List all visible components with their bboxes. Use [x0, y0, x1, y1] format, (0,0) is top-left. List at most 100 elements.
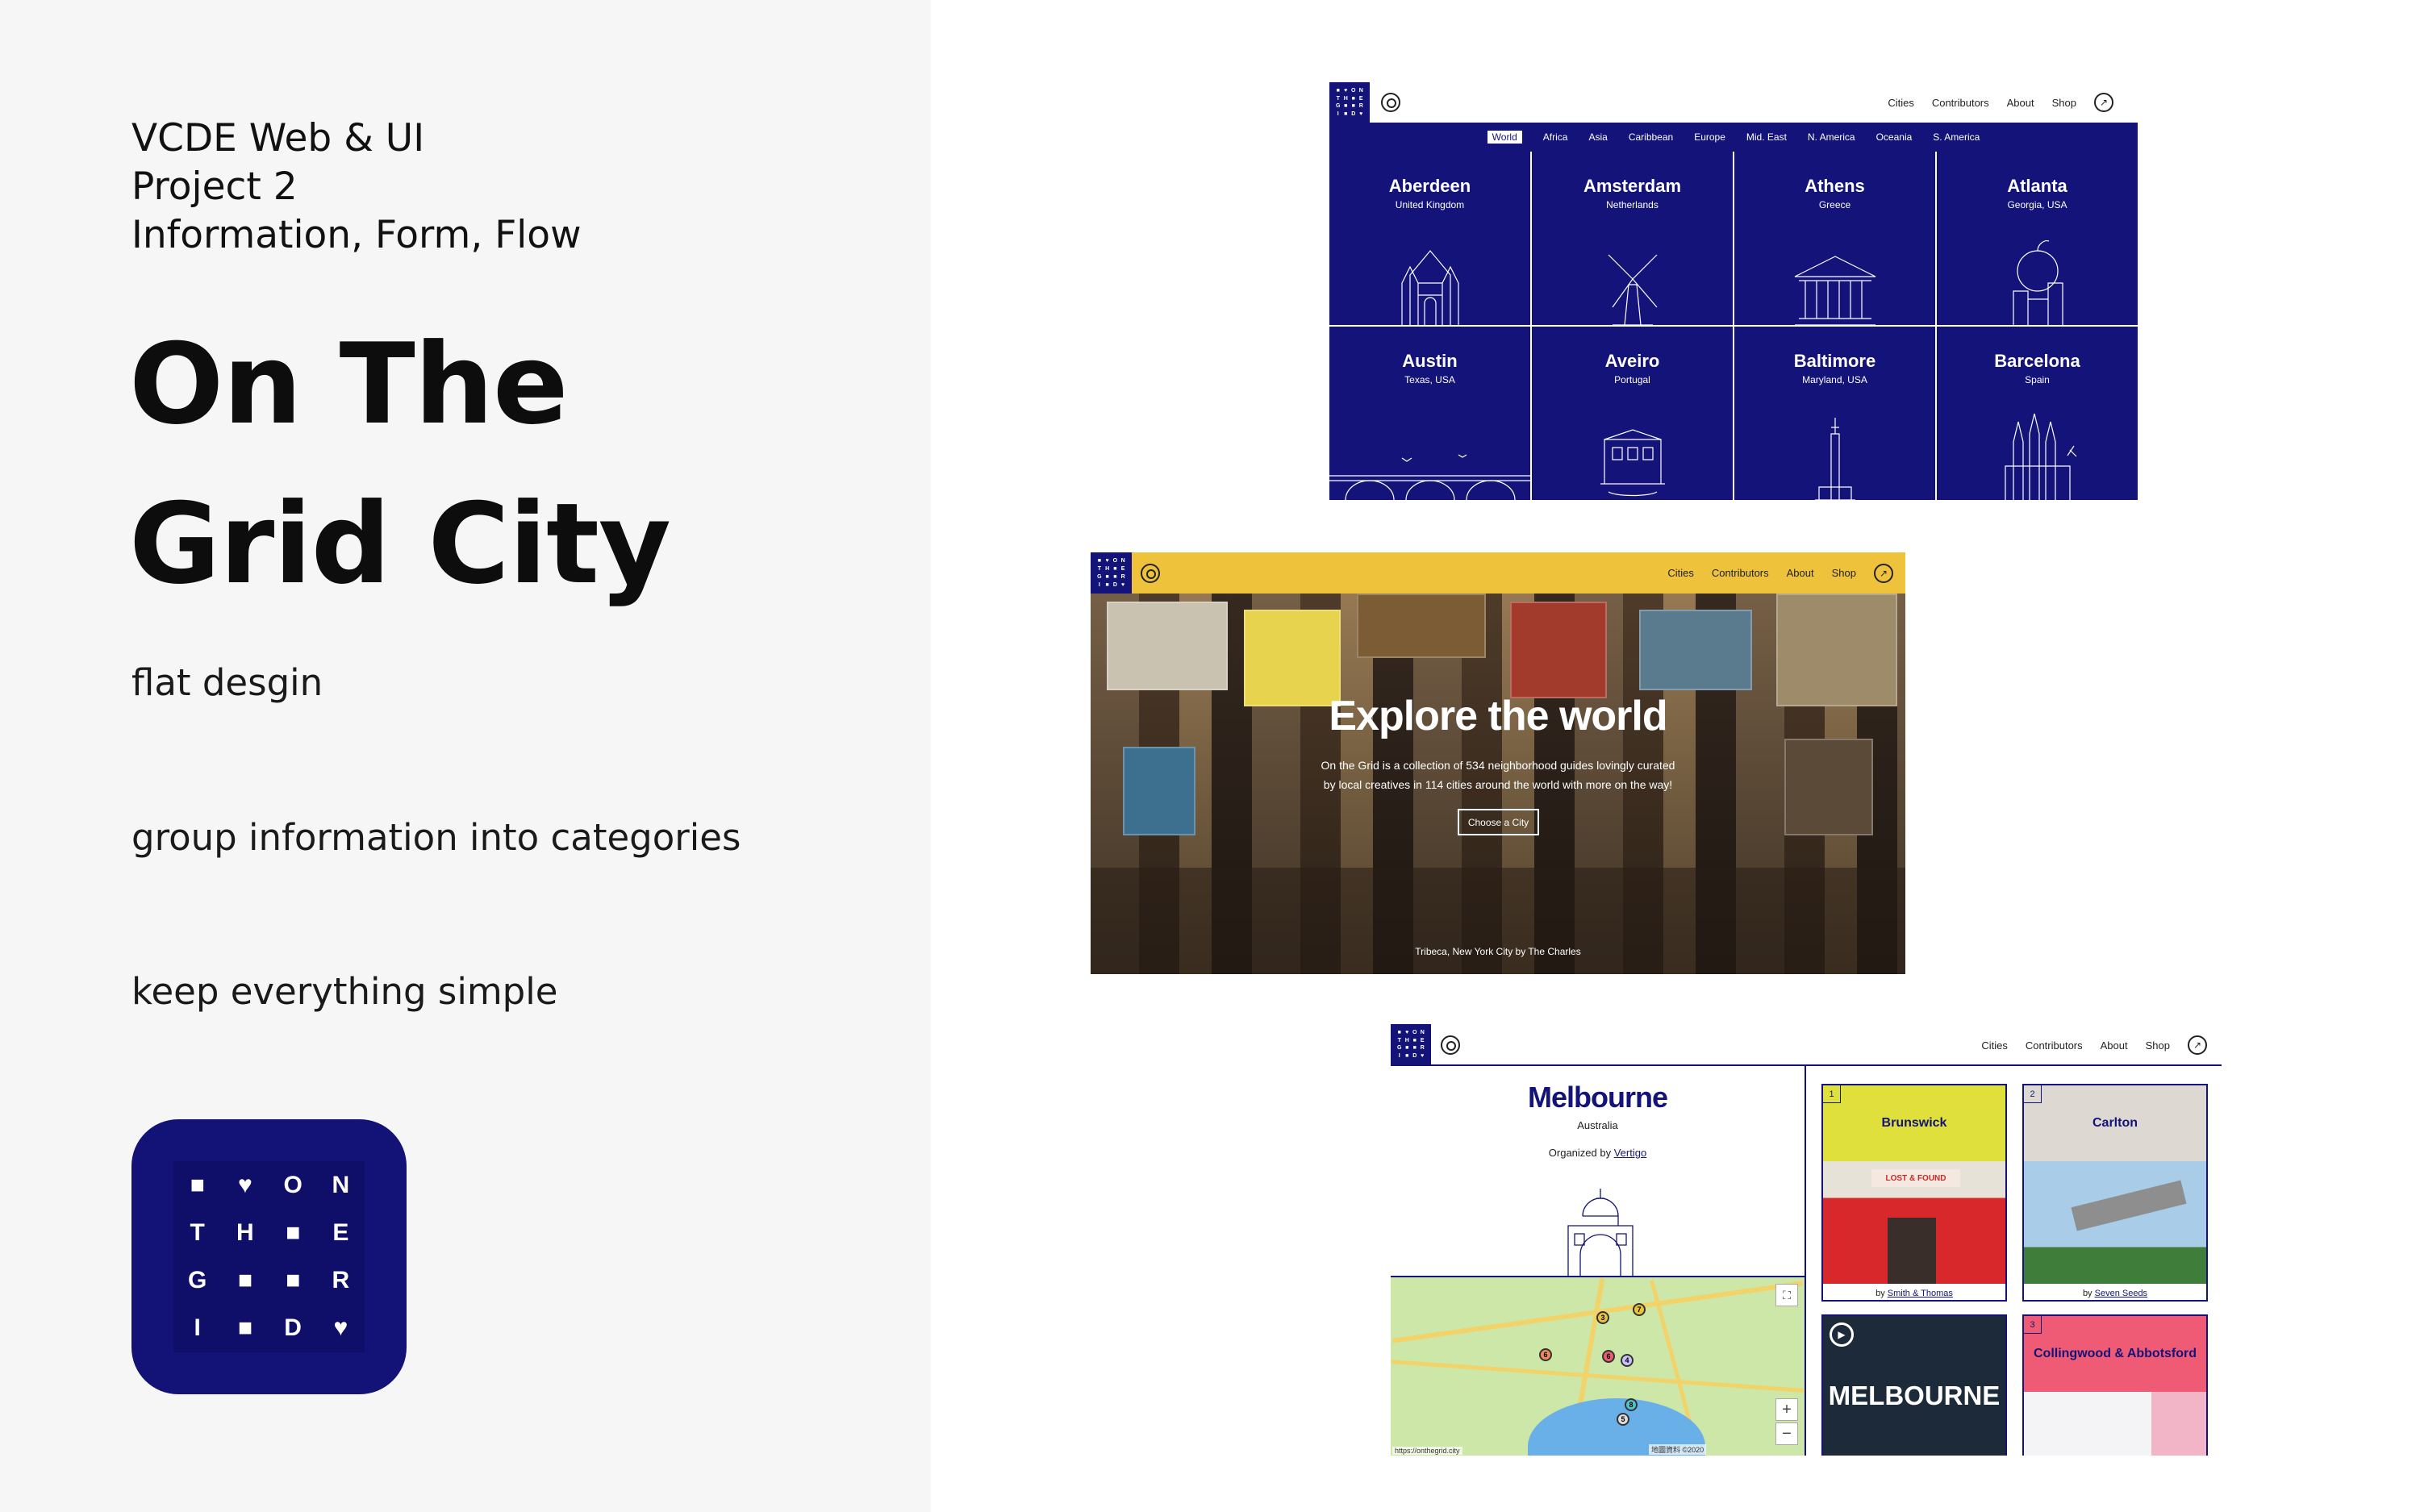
city-card-aberdeen[interactable]: Aberdeen United Kingdom	[1329, 152, 1530, 325]
neighborhood-card-carlton[interactable]: 2 Carlton by Seven Seeds	[2022, 1084, 2208, 1302]
screenshot-city-index: ■ ♥ O N T H ■ E G ■ ■ R I ■ D ♥ Cities Contributors …	[1329, 82, 2138, 500]
region-tab-africa[interactable]: Africa	[1543, 131, 1568, 143]
neighborhood-card-collingwood[interactable]: 3 Collingwood & Abbotsford	[2022, 1314, 2208, 1456]
city-name: Amsterdam	[1583, 176, 1682, 196]
region-tab-world[interactable]: World	[1487, 131, 1522, 144]
nav-contributors[interactable]: Contributors	[2026, 1039, 2083, 1052]
logo-cell: ■	[1412, 1045, 1417, 1052]
logo-cell: ♥	[1121, 581, 1125, 588]
screenshot-city-page: ■ ♥ O N T H ■ E G ■ ■ R I ■ D ♥ Cities Contributors …	[1391, 1024, 2222, 1456]
map-pin[interactable]: 6	[1602, 1350, 1615, 1363]
search-icon[interactable]	[1381, 93, 1400, 112]
logo-cell: O	[1112, 558, 1118, 564]
external-link-icon[interactable]: ↗	[2188, 1035, 2207, 1055]
city-country: Australia	[1577, 1119, 1618, 1131]
map-pin[interactable]: 4	[1621, 1354, 1634, 1367]
nav-about[interactable]: About	[1787, 567, 1814, 579]
search-icon[interactable]	[1441, 1035, 1460, 1055]
map-pin[interactable]: 6	[1539, 1348, 1552, 1361]
card-credit-link[interactable]: Smith & Thomas	[1888, 1289, 1953, 1298]
city-card-baltimore[interactable]: Baltimore Maryland, USA	[1734, 327, 1935, 500]
video-card[interactable]: ▶ MELBOURNE	[1821, 1314, 2007, 1456]
screenshot-homepage-hero: ■ ♥ O N T H ■ E G ■ ■ R I ■ D ♥ Cities Contributors …	[1091, 552, 1905, 974]
nav-contributors[interactable]: Contributors	[1932, 97, 1989, 109]
page-title: On The Grid City	[129, 305, 671, 624]
logo-cell: ■	[237, 1314, 252, 1342]
city-card-austin[interactable]: Austin Texas, USA	[1329, 327, 1530, 500]
map-pin[interactable]: 5	[1617, 1413, 1629, 1426]
logo-cell: I	[1098, 581, 1100, 588]
region-tab-asia[interactable]: Asia	[1588, 131, 1607, 143]
neighborhood-map[interactable]: 3 7 6 6 4 8 5 ⛶ + − https://onthegrid.ci…	[1391, 1276, 1805, 1456]
city-card-barcelona[interactable]: Barcelona Spain	[1937, 327, 2138, 500]
nav-cities[interactable]: Cities	[1981, 1039, 2008, 1052]
map-copyright: 地圖資料 ©2020	[1649, 1444, 1707, 1455]
logo-cell: E	[1358, 95, 1363, 102]
nav-shop[interactable]: Shop	[2146, 1039, 2170, 1052]
logo-cell: ■	[1405, 1052, 1409, 1059]
region-tab-oceania[interactable]: Oceania	[1876, 131, 1913, 143]
nav-cities[interactable]: Cities	[1667, 567, 1694, 579]
map-pin[interactable]: 3	[1596, 1311, 1609, 1324]
zoom-out-button[interactable]: −	[1775, 1422, 1798, 1445]
logo-cell: T	[1336, 95, 1340, 102]
nav-shop[interactable]: Shop	[1832, 567, 1856, 579]
choose-city-button[interactable]: Choose a City	[1458, 809, 1539, 835]
region-tab-europe[interactable]: Europe	[1694, 131, 1725, 143]
zoom-in-button[interactable]: +	[1775, 1398, 1798, 1421]
city-card-athens[interactable]: Athens Greece	[1734, 152, 1935, 325]
neighborhood-card-brunswick[interactable]: 1 Brunswick LOST & FOUND by Smith & Thom…	[1821, 1084, 2007, 1302]
region-tab-s-america[interactable]: S. America	[1933, 131, 1980, 143]
region-tab-n-america[interactable]: N. America	[1808, 131, 1855, 143]
city-country: United Kingdom	[1395, 199, 1465, 210]
map-pin[interactable]: 7	[1633, 1303, 1646, 1316]
peach-skyline-illustration-icon	[2012, 240, 2063, 325]
nav-about[interactable]: About	[2007, 97, 2034, 109]
project-theme: Information, Form, Flow	[131, 213, 582, 257]
logo-cell: O	[1412, 1030, 1417, 1036]
external-link-icon[interactable]: ↗	[2094, 93, 2113, 112]
logo-cell: ■	[286, 1218, 301, 1246]
card-title: Brunswick	[1823, 1085, 2005, 1161]
logo-cell: O	[283, 1171, 302, 1198]
desk-surface	[1091, 868, 1905, 974]
nav-cities[interactable]: Cities	[1888, 97, 1914, 109]
nav-contributors[interactable]: Contributors	[1712, 567, 1769, 579]
city-name: Barcelona	[1994, 351, 2080, 371]
city-country: Portugal	[1614, 374, 1650, 385]
logo-cell: T	[1097, 566, 1102, 573]
site-header: ■ ♥ O N T H ■ E G ■ ■ R I ■ D ♥ Cities Contributors …	[1091, 552, 1905, 594]
city-card-atlanta[interactable]: Atlanta Georgia, USA	[1937, 152, 2138, 325]
station-illustration-icon	[1558, 1189, 1642, 1277]
nav-shop[interactable]: Shop	[2052, 97, 2076, 109]
city-card-aveiro[interactable]: Aveiro Portugal	[1532, 327, 1733, 500]
map-pin[interactable]: 8	[1625, 1398, 1638, 1411]
organizer-prefix: Organized by	[1548, 1147, 1614, 1159]
column-divider	[1805, 1066, 1806, 1456]
logo-cell: N	[1358, 88, 1363, 94]
external-link-icon[interactable]: ↗	[1874, 563, 1893, 583]
organizer-link[interactable]: Vertigo	[1614, 1147, 1646, 1159]
city-card-amsterdam[interactable]: Amsterdam Netherlands	[1532, 152, 1733, 325]
logo-cell: D	[284, 1314, 302, 1342]
left-panel: VCDE Web & UI Project 2 Information, For…	[0, 0, 931, 1512]
logo-cell: ♥	[333, 1314, 348, 1342]
course-info: VCDE Web & UI Project 2 Information, For…	[131, 115, 582, 260]
card-photo	[2024, 1161, 2206, 1284]
search-icon[interactable]	[1141, 564, 1160, 583]
region-tab-caribbean[interactable]: Caribbean	[1629, 131, 1673, 143]
title-line-1: On The	[129, 319, 569, 449]
site-logo[interactable]: ■ ♥ O N T H ■ E G ■ ■ R I ■ D ♥	[1091, 552, 1132, 594]
logo-cell: R	[1358, 103, 1363, 110]
nav-about[interactable]: About	[2101, 1039, 2128, 1052]
site-logo[interactable]: ■ ♥ O N T H ■ E G ■ ■ R I ■ D ♥	[1391, 1024, 1431, 1064]
play-icon[interactable]: ▶	[1830, 1322, 1854, 1347]
region-tab-mid-east[interactable]: Mid. East	[1746, 131, 1787, 143]
fullscreen-icon[interactable]: ⛶	[1775, 1284, 1798, 1306]
map-url: https://onthegrid.city	[1392, 1447, 1462, 1455]
site-logo[interactable]: ■ ♥ O N T H ■ E G ■ ■ R I ■ D ♥	[1329, 82, 1370, 123]
logo-cell: ♥	[1405, 1030, 1409, 1036]
card-credit-link[interactable]: Seven Seeds	[2095, 1289, 2147, 1298]
logo-cell: G	[187, 1267, 207, 1294]
logo-cell: R	[1420, 1045, 1425, 1052]
